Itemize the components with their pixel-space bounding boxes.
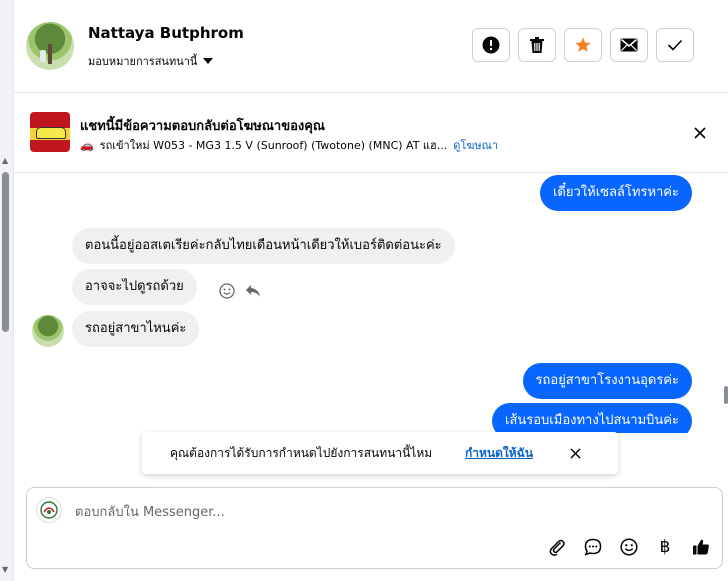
send-like-button[interactable] bbox=[690, 536, 712, 558]
header-actions bbox=[472, 28, 694, 62]
react-emoji-icon[interactable] bbox=[219, 283, 235, 299]
mark-unread-button[interactable] bbox=[610, 28, 648, 62]
close-toast-button[interactable] bbox=[566, 444, 584, 462]
ad-reply-banner: แชทนี้มีข้อความตอบกลับต่อโฆษณาของคุณ 🚗 ร… bbox=[14, 93, 728, 173]
thumbs-up-icon bbox=[693, 539, 709, 555]
check-icon bbox=[667, 39, 683, 51]
user-name[interactable]: Nattaya Butphrom bbox=[88, 24, 244, 42]
car-emoji-icon: 🚗 bbox=[80, 138, 94, 152]
scrollbar-thumb[interactable] bbox=[2, 172, 9, 332]
reply-arrow-icon[interactable] bbox=[245, 284, 261, 298]
thread-scrollbar[interactable] bbox=[720, 173, 728, 433]
message-bubble-outgoing[interactable]: เดี๋ยวให้เซลล์โทรหาค่ะ bbox=[539, 175, 692, 211]
ad-thumbnail[interactable] bbox=[30, 112, 70, 152]
star-button[interactable] bbox=[564, 28, 602, 62]
assign-to-me-link[interactable]: กำหนดให้ฉัน bbox=[465, 444, 533, 463]
reply-input[interactable] bbox=[75, 502, 675, 522]
message-bubble-incoming[interactable]: รถอยู่สาขาไหนค่ะ bbox=[72, 311, 200, 347]
composer-tools: ฿ bbox=[546, 536, 712, 558]
message-bubble-incoming[interactable]: อาจจะไปดูรถด้วย bbox=[72, 269, 197, 305]
spam-icon bbox=[482, 36, 500, 54]
emoji-icon bbox=[620, 538, 638, 556]
scroll-up-arrow-icon[interactable]: ▲ bbox=[2, 156, 8, 165]
avatar[interactable] bbox=[26, 22, 74, 70]
caret-down-icon bbox=[203, 58, 214, 64]
close-icon bbox=[694, 127, 706, 139]
assign-label: มอบหมายการสนทนานี้ bbox=[88, 55, 198, 68]
message-composer: ฿ bbox=[26, 487, 723, 569]
sender-avatar[interactable] bbox=[32, 315, 64, 347]
star-icon bbox=[575, 37, 591, 52]
person-figure bbox=[40, 50, 46, 62]
payment-button[interactable]: ฿ bbox=[654, 536, 676, 558]
view-ad-link[interactable]: ดูโฆษณา bbox=[453, 136, 498, 154]
assign-dropdown[interactable]: มอบหมายการสนทนานี้ bbox=[88, 52, 214, 70]
message-thread[interactable]: เดี๋ยวให้เซลล์โทรหาค่ะ ตอนนี้อยู่ออสเตเร… bbox=[14, 173, 720, 433]
message-bubble-outgoing[interactable]: รถอยู่สาขาโรงงานอุดรค่ะ bbox=[522, 363, 692, 399]
message-bubble-incoming[interactable]: ตอนนี้อยู่ออสเตเรียค่ะกลับไทยเดือนหน้าเด… bbox=[72, 228, 455, 264]
tree-trunk bbox=[48, 44, 52, 64]
trash-icon bbox=[530, 37, 544, 53]
mark-done-button[interactable] bbox=[656, 28, 694, 62]
message-bubble-outgoing[interactable]: เส้นรอบเมืองทางไปสนามบินค่ะ bbox=[492, 403, 692, 433]
mail-icon bbox=[620, 38, 638, 52]
car-image bbox=[36, 127, 66, 139]
close-icon bbox=[569, 447, 581, 459]
saved-replies-button[interactable] bbox=[582, 536, 604, 558]
close-banner-button[interactable] bbox=[690, 123, 710, 143]
message-actions bbox=[219, 283, 261, 299]
page-logo-icon bbox=[36, 497, 62, 523]
emoji-button[interactable] bbox=[618, 536, 640, 558]
conversation-header: Nattaya Butphrom มอบหมายการสนทนานี้ bbox=[14, 0, 728, 93]
scrollbar-thumb[interactable] bbox=[724, 386, 728, 404]
attach-button[interactable] bbox=[546, 536, 568, 558]
baht-icon: ฿ bbox=[659, 537, 671, 557]
assign-prompt-toast: คุณต้องการได้รับการกำหนดไปยังการสนทนานี้… bbox=[142, 432, 618, 474]
ad-description: รถเข้าใหม่ W053 - MG3 1.5 V (Sunroof) (T… bbox=[99, 139, 448, 152]
mark-spam-button[interactable] bbox=[472, 28, 510, 62]
ad-banner-title: แชทนี้มีข้อความตอบกลับต่อโฆษณาของคุณ bbox=[80, 119, 325, 134]
left-scrollbar[interactable]: ▲ ▼ bbox=[0, 0, 14, 581]
ad-banner-subtitle: 🚗 รถเข้าใหม่ W053 - MG3 1.5 V (Sunroof) … bbox=[80, 136, 498, 154]
scroll-down-arrow-icon[interactable]: ▼ bbox=[2, 565, 8, 574]
assign-prompt-text: คุณต้องการได้รับการกำหนดไปยังการสนทนานี้… bbox=[170, 446, 433, 460]
attach-icon bbox=[549, 539, 565, 556]
chat-bubble-icon bbox=[584, 538, 602, 556]
delete-button[interactable] bbox=[518, 28, 556, 62]
